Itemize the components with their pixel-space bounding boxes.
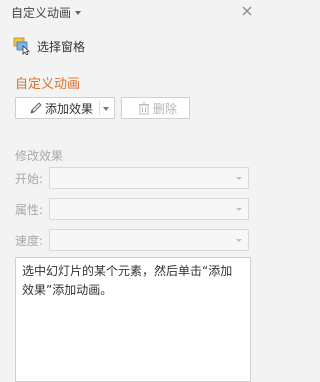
start-select[interactable] [49,167,249,189]
speed-label: 速度: [15,234,44,248]
close-icon [242,6,252,16]
add-effect-button[interactable]: 添加效果 [15,97,115,119]
pane-title-dropdown[interactable]: 自定义动画 [11,4,82,21]
button-divider [99,101,100,115]
speed-row: 速度: [15,229,251,251]
start-row: 开始: [15,167,251,189]
delete-label: 删除 [153,101,178,116]
custom-animation-pane: 自定义动画 选择窗格 自定义动画 添加效果 删除 修改效果 开始: 属性: 速度… [0,0,261,382]
animation-list[interactable]: 选中幻灯片的某个元素，然后单击“添加效果”添加动画。 [15,257,251,382]
pane-title: 自定义动画 [11,6,72,20]
speed-select[interactable] [49,229,249,251]
property-select[interactable] [49,198,249,220]
pencil-icon [30,102,42,114]
selection-pane-link[interactable]: 选择窗格 [13,37,85,55]
start-label: 开始: [15,172,44,186]
section-title: 自定义动画 [15,77,81,92]
chevron-down-icon [236,239,242,242]
modify-effect-title: 修改效果 [15,149,64,163]
chevron-down-icon[interactable] [103,107,109,111]
close-button[interactable] [239,3,255,19]
chevron-down-icon [75,10,82,15]
pane-header: 自定义动画 [0,0,261,24]
add-effect-label: 添加效果 [45,101,94,116]
chevron-down-icon [236,208,242,211]
property-label: 属性: [15,203,44,217]
property-row: 属性: [15,198,251,220]
selection-pane-icon [13,37,30,55]
chevron-down-icon [236,177,242,180]
trash-icon [139,102,149,115]
delete-button[interactable]: 删除 [121,97,190,119]
animation-list-hint: 选中幻灯片的某个元素，然后单击“添加效果”添加动画。 [22,264,233,297]
selection-pane-label: 选择窗格 [37,39,86,54]
